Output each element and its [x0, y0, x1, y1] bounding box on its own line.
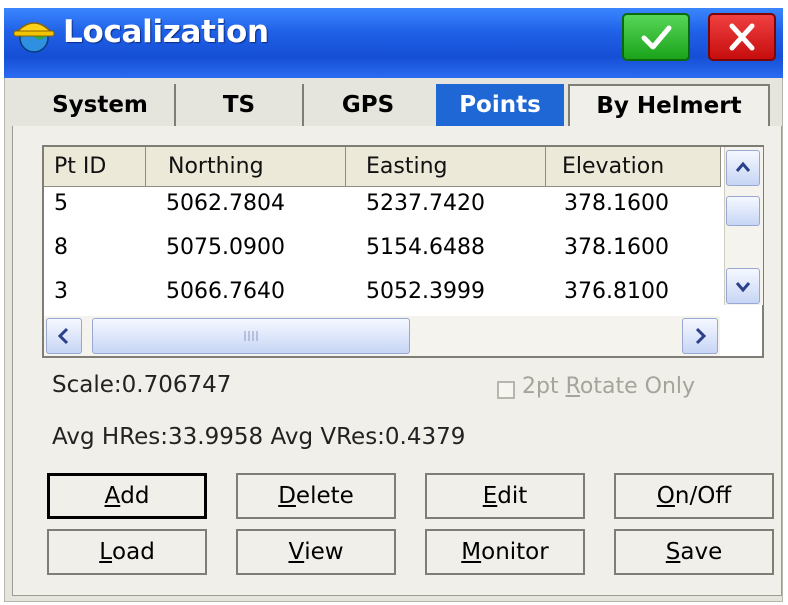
- chevron-up-icon: [735, 161, 751, 172]
- tab-ts[interactable]: TS: [176, 84, 304, 126]
- column-header-northing[interactable]: Northing: [146, 147, 346, 187]
- monitor-button[interactable]: Monitor: [425, 529, 585, 575]
- delete-button[interactable]: Delete: [236, 473, 396, 519]
- ok-button[interactable]: [622, 13, 690, 61]
- chevron-left-icon: [57, 327, 69, 345]
- on-off-button[interactable]: On/Off: [614, 473, 774, 519]
- northing-cell: 5066.7640: [166, 279, 285, 304]
- chevron-down-icon: [735, 282, 751, 293]
- grip-icon: [244, 331, 258, 341]
- scale-value: Scale:0.706747: [52, 372, 232, 398]
- pt-id-cell: 5: [54, 191, 68, 216]
- tab-by-helmert[interactable]: By Helmert: [568, 84, 770, 126]
- average-residuals: Avg HRes:33.9958 Avg VRes:0.4379: [52, 424, 466, 450]
- northing-cell: 5075.0900: [166, 235, 285, 260]
- northing-cell: 5062.7804: [166, 191, 285, 216]
- rotate-only-label[interactable]: 2pt Rotate Only: [522, 374, 695, 399]
- elevation-cell: 376.8100: [564, 279, 669, 304]
- elevation-cell: 378.1600: [564, 191, 669, 216]
- chevron-right-icon: [695, 327, 707, 345]
- easting-cell: 5154.6488: [366, 235, 485, 260]
- add-button[interactable]: Add: [47, 473, 207, 519]
- horizontal-scroll-thumb[interactable]: [92, 318, 410, 354]
- pt-id-cell: 3: [54, 279, 68, 304]
- scroll-right-button[interactable]: [682, 318, 718, 354]
- tab-gps[interactable]: GPS: [304, 84, 432, 126]
- vertical-scroll-thumb[interactable]: [726, 196, 760, 226]
- column-header-easting[interactable]: Easting: [346, 147, 546, 187]
- tab-points[interactable]: Points: [436, 84, 564, 126]
- window-title: Localization: [63, 14, 269, 50]
- scroll-left-button[interactable]: [46, 318, 82, 354]
- scroll-up-button[interactable]: [726, 150, 760, 186]
- save-button[interactable]: Save: [614, 529, 774, 575]
- load-button[interactable]: Load: [47, 529, 207, 575]
- column-header-elevation[interactable]: Elevation: [546, 147, 721, 187]
- elevation-cell: 378.1600: [564, 235, 669, 260]
- tab-system[interactable]: System: [26, 84, 176, 126]
- close-button[interactable]: [708, 13, 776, 61]
- scroll-down-button[interactable]: [726, 268, 760, 304]
- rotate-only-checkbox[interactable]: [497, 381, 515, 399]
- edit-button[interactable]: Edit: [425, 473, 585, 519]
- close-icon: [729, 23, 755, 51]
- view-button[interactable]: View: [236, 529, 396, 575]
- pt-id-cell: 8: [54, 235, 68, 260]
- easting-cell: 5052.3999: [366, 279, 485, 304]
- easting-cell: 5237.7420: [366, 191, 485, 216]
- hardhat-globe-icon: [13, 22, 55, 53]
- checkmark-icon: [641, 25, 672, 50]
- column-header-pt-id[interactable]: Pt ID: [44, 147, 146, 187]
